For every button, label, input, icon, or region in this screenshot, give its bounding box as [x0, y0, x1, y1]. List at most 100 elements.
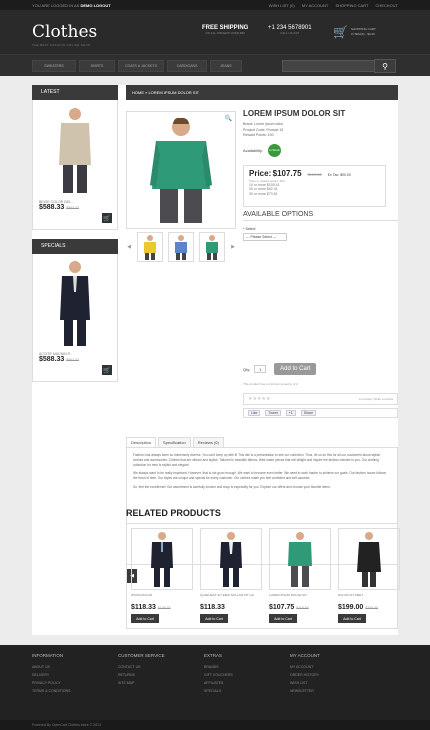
- footer-link[interactable]: DELIVERY: [32, 671, 71, 679]
- related-item-name[interactable]: LOREM IPSUM DOLOR SIT: [269, 593, 331, 604]
- footer-link[interactable]: SITE MAP: [118, 679, 165, 687]
- copyright: Powered By OpenCart Clothes store © 2013: [0, 720, 430, 730]
- related-item: DOLOR SIT AMET $199.00 $240.00 Add to Ca…: [338, 528, 400, 623]
- thumbnail-green[interactable]: [199, 232, 225, 262]
- tab-description[interactable]: Description: [126, 437, 157, 447]
- chevron-right-icon[interactable]: ▶: [230, 232, 236, 262]
- related-add-to-cart-button[interactable]: Add to Cart: [338, 614, 366, 623]
- related-add-to-cart-button[interactable]: Add to Cart: [200, 614, 228, 623]
- share-button[interactable]: Share: [300, 410, 317, 416]
- phone-block: +1 234 5678901 CALL US 24/7: [268, 25, 312, 35]
- footer-link[interactable]: WISH LIST: [290, 679, 320, 687]
- zoom-icon[interactable]: 🔍: [225, 115, 232, 122]
- tagline: THE BEST FASHION ONLINE SHOP: [32, 43, 91, 47]
- qty-label: Qty:: [243, 366, 251, 372]
- related-item-price: $118.33 $138.33: [131, 604, 171, 611]
- menu-bar: SWEATERS SHIRTS COATS & JACKETS CARDIGAN…: [0, 54, 430, 76]
- related-item-name[interactable]: IPSUM DOLOR: [131, 593, 193, 604]
- menu-item[interactable]: SWEATERS: [32, 60, 76, 72]
- reward-points: Reward Points: 100: [243, 133, 274, 137]
- cart-icon: 🛒: [103, 215, 111, 222]
- footer-link[interactable]: RETURNS: [118, 671, 165, 679]
- add-to-cart-button[interactable]: Add to Cart: [274, 363, 317, 375]
- free-shipping-banner: FREE SHIPPING ON ALL ORDERS OVER $99: [202, 25, 248, 35]
- latest-product: BEIGE COLOR DEL... $588.33 $693.33 🛒: [32, 100, 118, 230]
- related-item-name[interactable]: DOLOR SIT AMET: [338, 593, 400, 604]
- wishlist-link[interactable]: WISH LIST (0): [269, 3, 295, 8]
- search-input[interactable]: [282, 60, 380, 72]
- logo[interactable]: Clothes: [32, 22, 97, 42]
- tweet-button[interactable]: Tweet: [265, 410, 281, 416]
- tab-reviews[interactable]: Reviews (0): [192, 437, 224, 447]
- my-account-link[interactable]: MY ACCOUNT: [302, 3, 329, 8]
- tab-specification[interactable]: Specification: [158, 437, 191, 447]
- logout-link[interactable]: LOGOUT: [94, 3, 111, 8]
- username-link[interactable]: DEMO: [80, 3, 92, 8]
- related-item-price: $199.00 $240.00: [338, 604, 378, 611]
- shopping-cart-link[interactable]: SHOPPING CART: [335, 3, 368, 8]
- breadcrumb[interactable]: HOME » LOREM IPSUM DOLOR SIT: [126, 85, 398, 100]
- product-meta: Brand: Lorem ipsum dolor Product Code: P…: [243, 122, 398, 139]
- checkout-link[interactable]: CHECKOUT: [376, 3, 398, 8]
- footer-link[interactable]: ABOUT US: [32, 663, 71, 671]
- thumbnail-blue[interactable]: [168, 232, 194, 262]
- discount-tier: 30 or more $73.51: [249, 191, 278, 196]
- menu-item[interactable]: SHIRTS: [79, 60, 115, 72]
- chevron-left-icon[interactable]: ◀: [126, 232, 132, 262]
- latest-add-to-cart-button[interactable]: 🛒: [102, 213, 112, 223]
- footer-link[interactable]: AFFILIATES: [204, 679, 233, 687]
- availability-label: Availability:: [243, 147, 263, 153]
- related-item-image[interactable]: [200, 528, 262, 590]
- description-paragraph: So, feel the excellence! Our assortment …: [133, 484, 331, 489]
- related-add-to-cart-button[interactable]: Add to Cart: [269, 614, 297, 623]
- related-item-image[interactable]: [338, 528, 400, 590]
- footer-heading: CUSTOMER SERVICE: [118, 653, 165, 658]
- product-info: LOREM IPSUM DOLOR SIT Brand: Lorem ipsum…: [243, 109, 398, 241]
- qty-input[interactable]: 1: [254, 365, 267, 373]
- minimum-note: This product has a minimum quantity of 2: [243, 382, 298, 386]
- write-review-link[interactable]: Write a review: [374, 397, 393, 401]
- related-item-price: $107.75 $119.50: [269, 604, 309, 611]
- footer-column-information: INFORMATION ABOUT US DELIVERY PRIVACY PO…: [32, 653, 71, 695]
- menu-item[interactable]: CARDIGANS: [167, 60, 207, 72]
- related-item-name[interactable]: QUAEUEST SIT EMAI NULLAM SIT LIA: [200, 593, 262, 604]
- menu-item[interactable]: COATS & JACKETS: [118, 60, 164, 72]
- option-select[interactable]: --- Please Select ---: [243, 232, 287, 241]
- main-menu: SWEATERS SHIRTS COATS & JACKETS CARDIGAN…: [32, 60, 245, 72]
- footer-link[interactable]: MY ACCOUNT: [290, 663, 320, 671]
- latest-heading: LATEST: [32, 85, 118, 100]
- footer-heading: EXTRAS: [204, 653, 223, 658]
- related-item: LOREM IPSUM DOLOR SIT $107.75 $119.50 Ad…: [269, 528, 331, 623]
- menu-item[interactable]: JEANS: [210, 60, 242, 72]
- cart-icon: 🛒: [103, 367, 111, 374]
- header-cart[interactable]: 🛒 SHOPPING CART 0 ITEM(S) - $0.00: [333, 25, 376, 39]
- search-button[interactable]: ⚲: [374, 59, 396, 73]
- latest-product-image[interactable]: [33, 100, 117, 200]
- plus-one-button[interactable]: +1: [285, 410, 296, 416]
- special-add-to-cart-button[interactable]: 🛒: [102, 365, 112, 375]
- footer-link[interactable]: BRANDS: [204, 663, 233, 671]
- special-product-image[interactable]: [33, 254, 117, 352]
- related-item: QUAEUEST SIT EMAI NULLAM SIT LIA $118.33…: [200, 528, 262, 623]
- footer-link[interactable]: SPECIALS: [204, 687, 233, 695]
- product-title: LOREM IPSUM DOLOR SIT: [243, 109, 346, 118]
- related-add-to-cart-button[interactable]: Add to Cart: [131, 614, 159, 623]
- ex-tax: Ex Tax: $90.00: [327, 172, 351, 177]
- top-links: WISH LIST (0) MY ACCOUNT SHOPPING CART C…: [263, 3, 398, 8]
- related-item-image[interactable]: [269, 528, 331, 590]
- shipping-subtitle: ON ALL ORDERS OVER $99: [205, 31, 245, 35]
- reviews-link[interactable]: 0 reviews: [359, 397, 372, 401]
- product-main-image[interactable]: 🔍: [126, 111, 236, 229]
- footer-link[interactable]: ORDER HISTORY: [290, 671, 320, 679]
- rating-stars-icon: ★★★★★: [248, 396, 271, 402]
- like-button[interactable]: Like: [248, 410, 261, 416]
- footer-link[interactable]: GIFT VOUCHERS: [204, 671, 233, 679]
- footer-link[interactable]: NEWSLETTER: [290, 687, 320, 695]
- price-label: Price:: [249, 168, 272, 178]
- product-main: HOME » LOREM IPSUM DOLOR SIT 🔍 ◀ ▶ LOREM…: [126, 85, 400, 629]
- footer-link[interactable]: CONTACT US: [118, 663, 165, 671]
- footer-link[interactable]: TERMS & CONDITIONS: [32, 687, 71, 695]
- related-item-image[interactable]: [131, 528, 193, 590]
- footer-link[interactable]: PRIVACY POLICY: [32, 679, 71, 687]
- thumbnail-yellow[interactable]: [137, 232, 163, 262]
